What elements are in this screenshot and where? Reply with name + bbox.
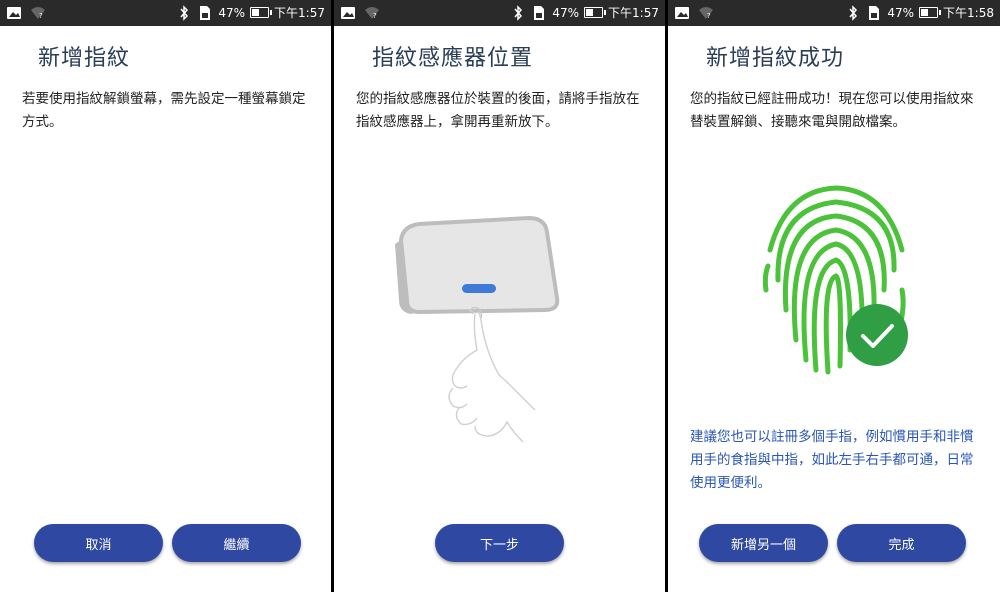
bluetooth-icon [849, 4, 858, 21]
battery-percent: 47% [552, 5, 580, 20]
svg-text:?: ? [373, 12, 377, 20]
add-another-button[interactable]: 新增另一個 [699, 524, 828, 562]
battery-percent: 47% [218, 5, 246, 20]
wifi-icon: ? [699, 7, 713, 20]
bluetooth-icon [514, 4, 523, 21]
screen-sensor-location: ? 47% 下午1:57 指紋感應器位置 您的指紋感應器位於裝置的後面，請將手指… [334, 0, 665, 592]
status-bar: ? 47% 下午1:58 [668, 0, 1000, 26]
clock: 下午1:58 [943, 6, 994, 20]
clock: 下午1:57 [274, 6, 325, 20]
next-button[interactable]: 下一步 [435, 524, 564, 562]
svg-text:?: ? [707, 12, 711, 20]
screen-fingerprint-added: ? 47% 下午1:58 新增指紋成功 您的指紋已經註冊成功！現在您可以使用指紋… [668, 0, 1000, 592]
wifi-icon: ? [365, 7, 379, 20]
image-icon [7, 7, 21, 19]
status-bar: ? 47% 下午1:57 [0, 0, 331, 26]
image-icon [341, 7, 355, 19]
multi-finger-hint: 建議您也可以註冊多個手指，例如慣用手和非慣用手的食指與中指，如此左手右手都可通，… [690, 429, 974, 491]
check-icon [846, 304, 908, 366]
bluetooth-icon [180, 4, 189, 21]
sim-card-icon [869, 5, 880, 20]
page-title: 指紋感應器位置 [372, 46, 534, 71]
battery-icon [584, 7, 607, 18]
svg-text:?: ? [39, 12, 43, 20]
battery-icon [250, 7, 273, 18]
continue-button[interactable]: 繼續 [172, 524, 301, 562]
phone-back-sensor-illustration [395, 215, 560, 443]
screen-add-fingerprint: ? 47% 下午1:57 新增指紋 若要使用指紋解鎖螢幕，需先設定一種螢幕鎖定方… [0, 0, 331, 592]
page-description: 若要使用指紋解鎖螢幕，需先設定一種螢幕鎖定方式。 [22, 91, 306, 130]
page-description: 您的指紋已經註冊成功！現在您可以使用指紋來替裝置解鎖、接聽來電與開啟檔案。 [690, 91, 974, 130]
clock: 下午1:57 [608, 6, 659, 20]
status-bar: ? 47% 下午1:57 [334, 0, 665, 26]
battery-icon [919, 7, 942, 18]
wifi-icon: ? [31, 7, 45, 20]
sim-card-icon [200, 5, 211, 20]
page-title: 新增指紋成功 [706, 46, 845, 71]
cancel-button[interactable]: 取消 [34, 524, 163, 562]
page-description: 您的指紋感應器位於裝置的後面，請將手指放在指紋感應器上，拿開再重新放下。 [356, 91, 640, 130]
sim-card-icon [534, 5, 545, 20]
image-icon [675, 7, 689, 19]
page-title: 新增指紋 [38, 46, 131, 71]
done-button[interactable]: 完成 [837, 524, 966, 562]
battery-percent: 47% [887, 5, 915, 20]
fingerprint-sensor [462, 284, 496, 293]
